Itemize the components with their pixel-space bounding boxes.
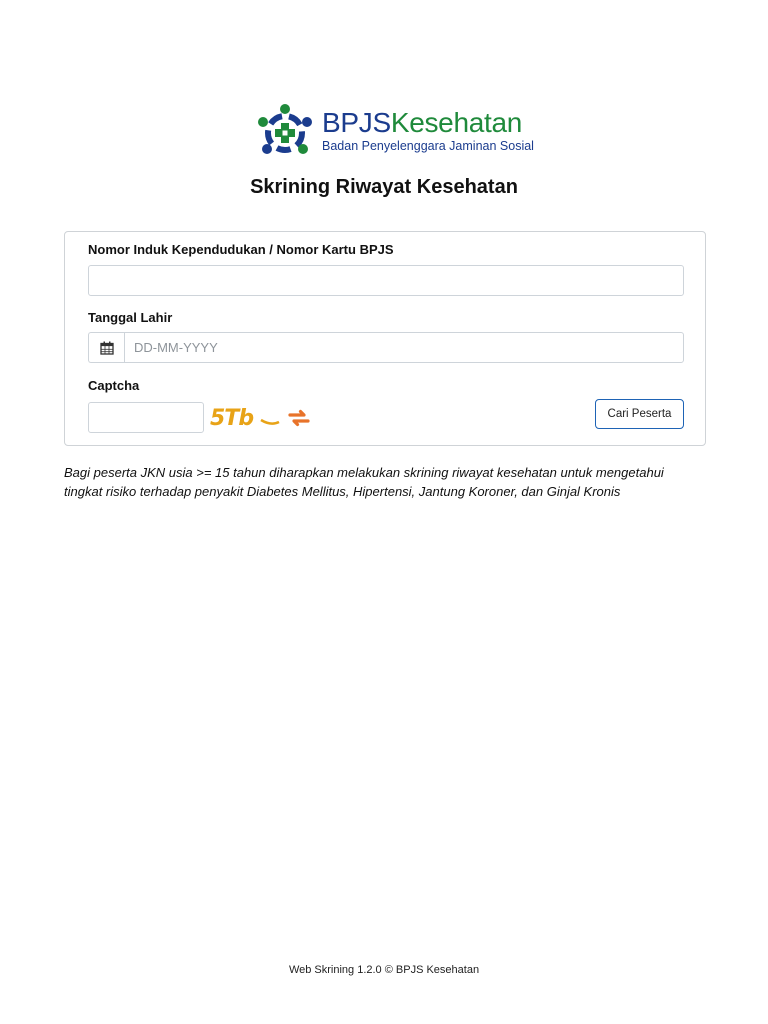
captcha-image: 5Tb	[210, 406, 280, 431]
page-title: Skrining Riwayat Kesehatan	[250, 176, 518, 198]
page: BPJSKesehatan Badan Penyelenggara Jamina…	[0, 0, 768, 1024]
refresh-icon[interactable]	[287, 406, 311, 430]
bpjs-logo-text: BPJSKesehatan Badan Penyelenggara Jamina…	[322, 108, 534, 154]
nik-input[interactable]	[88, 265, 684, 296]
dob-input[interactable]	[124, 332, 684, 363]
logo-brand-part2: Kesehatan	[390, 107, 523, 138]
logo-brand-part1: BPJS	[322, 107, 391, 138]
captcha-image-text: 5Tb	[210, 406, 253, 431]
footer-version: Web Skrining 1.2.0 © BPJS Kesehatan	[288, 964, 480, 976]
nik-label: Nomor Induk Kependudukan / Nomor Kartu B…	[88, 242, 394, 257]
logo-brand-name: BPJSKesehatan	[322, 108, 534, 138]
screening-info-note: Bagi peserta JKN usia >= 15 tahun dihara…	[64, 465, 664, 499]
bpjs-logo-mark-icon	[258, 104, 312, 154]
calendar-icon	[100, 341, 114, 355]
dob-label: Tanggal Lahir	[88, 310, 173, 325]
screening-form-card: Nomor Induk Kependudukan / Nomor Kartu B…	[64, 231, 706, 446]
captcha-label: Captcha	[88, 378, 140, 393]
bpjs-logo: BPJSKesehatan Badan Penyelenggara Jamina…	[256, 104, 534, 162]
captcha-input[interactable]	[88, 402, 204, 433]
calendar-button[interactable]	[88, 332, 125, 363]
search-participant-button[interactable]: Cari Peserta	[595, 399, 684, 429]
logo-subtitle: Badan Penyelenggara Jaminan Sosial	[322, 139, 534, 153]
